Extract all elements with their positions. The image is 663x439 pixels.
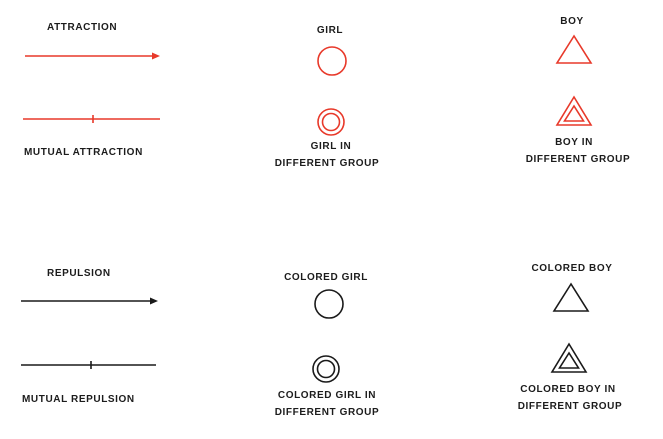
mutual-attraction-label: MUTUAL ATTRACTION — [24, 147, 143, 158]
boy-different-group-double-triangle-icon — [555, 95, 593, 126]
colored-boy-triangle-icon — [552, 282, 590, 312]
colored-boy-different-group-double-triangle-icon — [550, 342, 588, 373]
girl-circle-icon — [317, 46, 347, 76]
colored-boy-different-group-label-line1: COLORED BOY IN — [520, 384, 616, 395]
girl-different-group-label-line1: GIRL IN — [310, 141, 352, 152]
colored-girl-circle-icon — [314, 289, 344, 319]
girl-different-group-double-circle-icon — [317, 108, 345, 136]
repulsion-label: REPULSION — [47, 268, 111, 279]
mutual-repulsion-label: MUTUAL REPULSION — [22, 394, 135, 405]
boy-triangle-icon — [555, 34, 593, 64]
legend-symbols — [21, 34, 593, 383]
attraction-arrow-icon — [25, 52, 160, 60]
colored-girl-label: COLORED GIRL — [284, 272, 368, 283]
colored-girl-different-group-double-circle-icon — [312, 355, 340, 383]
colored-girl-different-group-label-line1: COLORED GIRL IN — [277, 390, 377, 401]
colored-girl-different-group-label-line2: DIFFERENT GROUP — [274, 407, 380, 418]
sociogram-legend: ATTRACTION MUTUAL ATTRACTION GIRL GIRL I… — [0, 0, 663, 439]
colored-boy-different-group-label-line2: DIFFERENT GROUP — [517, 401, 623, 412]
mutual-attraction-line-icon — [23, 115, 160, 123]
boy-different-group-label-line2: DIFFERENT GROUP — [525, 154, 631, 165]
repulsion-arrow-icon — [21, 297, 158, 305]
girl-label: GIRL — [316, 25, 344, 36]
boy-different-group-label-line1: BOY IN — [555, 137, 593, 148]
mutual-repulsion-line-icon — [21, 361, 156, 369]
colored-boy-label: COLORED BOY — [531, 263, 613, 274]
girl-different-group-label-line2: DIFFERENT GROUP — [274, 158, 380, 169]
attraction-label: ATTRACTION — [47, 22, 118, 33]
boy-label: BOY — [560, 16, 584, 27]
